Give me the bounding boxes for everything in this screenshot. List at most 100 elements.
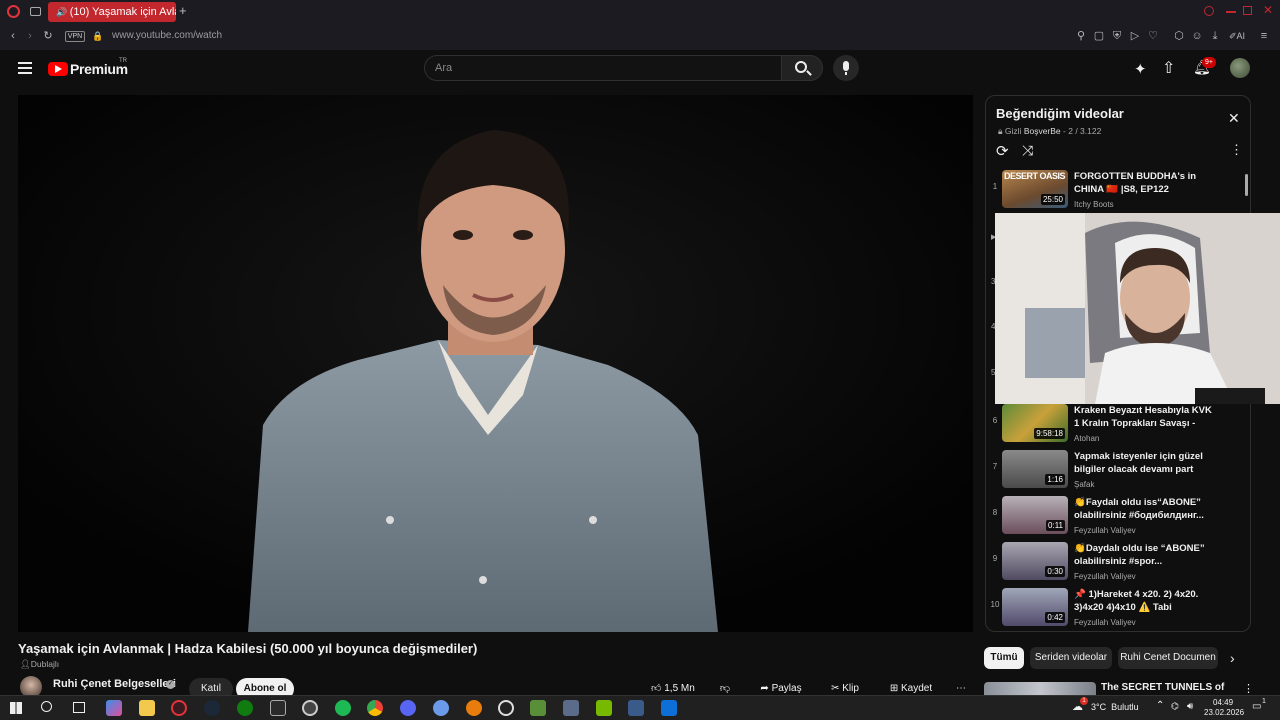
opera-icon[interactable] (171, 700, 187, 716)
forward-icon[interactable]: › (23, 29, 37, 43)
item-channel[interactable]: Şafak (1074, 480, 1094, 489)
next-video-thumbnail[interactable] (984, 682, 1096, 696)
playlist-owner[interactable]: BoşverBe (1024, 126, 1061, 136)
notification-center-icon[interactable]: ▭ (1252, 701, 1261, 712)
list-item[interactable]: 7 1:16 Yapmak isteyenler için güzel bilg… (986, 448, 1250, 494)
clock-time[interactable]: 04:49 (1213, 698, 1233, 707)
heart-icon[interactable]: ♡ (1146, 29, 1160, 43)
item-channel[interactable]: Feyzullah Valiyev (1074, 526, 1136, 535)
extensions-icon[interactable]: ⬡ (1172, 29, 1186, 43)
close-window-button[interactable]: ✕ (1263, 3, 1273, 17)
search-icon[interactable] (41, 701, 52, 712)
list-item[interactable]: 8 0:11 👏Faydalı oldu iss“ABONE” olabilir… (986, 494, 1250, 540)
tab-youtube[interactable]: 🔊 (10) Yaşamak için Avlan (48, 2, 176, 22)
minimize-button[interactable] (1226, 11, 1236, 13)
chrome-icon[interactable] (367, 700, 383, 716)
chip-channel[interactable]: Ruhi Cenet Documen (1118, 647, 1218, 669)
windows-start-icon[interactable] (10, 702, 22, 714)
maximize-button[interactable] (1243, 6, 1252, 15)
playlist-title[interactable]: Beğendiğim videolar (996, 106, 1124, 121)
chip-all[interactable]: Tümü (984, 647, 1024, 669)
item-title[interactable]: 👏Daydalı oldu ise “ABONE” olabilirsiniz … (1074, 542, 1214, 568)
loop-icon[interactable]: ⟳ (996, 142, 1009, 160)
list-item[interactable]: 10 0:42 📌 1)Hareket 4 x20. 2) 4x20. 3)4x… (986, 586, 1250, 631)
item-title[interactable]: Yapmak isteyenler için güzel bilgiler ol… (1074, 450, 1214, 476)
pin-icon[interactable]: ⚲ (1074, 29, 1088, 43)
profile-icon[interactable]: ☺ (1190, 29, 1204, 43)
steam-icon[interactable] (204, 700, 220, 716)
back-icon[interactable]: ‹ (6, 29, 20, 43)
avatar[interactable] (1230, 58, 1250, 78)
task-view-icon[interactable] (73, 702, 85, 713)
item-channel[interactable]: Itchy Boots (1074, 200, 1114, 209)
snapshot-icon[interactable]: ▢ (1092, 29, 1106, 43)
volume-icon[interactable]: 🔊︎ (1187, 701, 1193, 712)
video-thumbnail[interactable]: 1:16 (1002, 450, 1068, 488)
clock-date[interactable]: 23.02.2026 (1204, 708, 1244, 717)
search-tabs-icon[interactable] (1204, 6, 1214, 16)
search-input[interactable]: Ara (424, 55, 782, 81)
tray-chevron-icon[interactable]: ⌃ (1156, 700, 1164, 711)
close-icon[interactable]: ✕ (1228, 110, 1240, 127)
hamburger-menu-icon[interactable] (18, 62, 32, 74)
network-icon[interactable]: ⌬ (1171, 701, 1179, 712)
shuffle-icon[interactable]: ⤨ (1022, 142, 1033, 159)
video-player[interactable] (18, 95, 973, 632)
video-thumbnail[interactable]: 0:42 (1002, 588, 1068, 626)
video-thumbnail[interactable]: 0:11 (1002, 496, 1068, 534)
chevron-right-icon[interactable]: › (1230, 650, 1235, 666)
speaker-icon[interactable]: 🔊 (56, 7, 70, 17)
obs-icon[interactable] (302, 700, 318, 716)
channel-name[interactable]: Ruhi Çenet Belgeselleri (53, 678, 176, 690)
next-video-title[interactable]: The SECRET TUNNELS of (1101, 682, 1224, 693)
controller-icon[interactable] (628, 700, 644, 716)
chip-series[interactable]: Seriden videolar (1030, 647, 1112, 669)
item-title[interactable]: FORGOTTEN BUDDHA's in CHINA 🇨🇳 |S8, EP12… (1074, 170, 1214, 196)
lock-icon[interactable]: 🔒 (91, 29, 105, 43)
file-explorer-icon[interactable] (139, 700, 155, 716)
opera-logo-icon[interactable] (7, 5, 20, 18)
search-button[interactable] (781, 55, 823, 81)
shield-icon[interactable]: ⛨ (1110, 29, 1124, 43)
reload-icon[interactable]: ↻ (41, 29, 55, 43)
teamviewer-icon[interactable] (661, 700, 677, 716)
item-title[interactable]: Kraken Beyazıt Hesabıyla KVK 1 Kralın To… (1074, 404, 1214, 430)
menu-icon[interactable]: ≡ (1257, 29, 1271, 43)
app-icon[interactable] (433, 700, 449, 716)
voice-search-button[interactable] (833, 55, 859, 81)
tool-icon[interactable] (563, 700, 579, 716)
item-channel[interactable]: Feyzullah Valiyev (1074, 618, 1136, 627)
copilot-icon[interactable] (106, 700, 122, 716)
spotify-icon[interactable] (335, 700, 351, 716)
download-icon[interactable]: ⤓ (1208, 29, 1222, 43)
item-channel[interactable]: Atohan (1074, 434, 1099, 443)
ai-icon[interactable]: ✐AI (1226, 29, 1248, 43)
minecraft-icon[interactable] (530, 700, 546, 716)
new-tab-button[interactable]: + (179, 3, 187, 18)
item-channel[interactable]: Feyzullah Valiyev (1074, 572, 1136, 581)
more-options-icon[interactable]: ⋮ (1230, 142, 1243, 158)
list-item[interactable]: 1 DESERT OASIS 25:50 FORGOTTEN BUDDHA's … (986, 168, 1250, 214)
vpn-badge[interactable]: VPN (65, 31, 85, 42)
item-title[interactable]: 👏Faydalı oldu iss“ABONE” olabilirsiniz #… (1074, 496, 1214, 522)
chat-app-icon[interactable] (400, 700, 416, 716)
youtube-logo[interactable]: Premium TR (48, 58, 138, 79)
url-field[interactable]: www.youtube.com/watch (112, 30, 222, 41)
weather-text[interactable]: 3°C Bulutlu (1091, 702, 1139, 712)
epic-games-icon[interactable] (270, 700, 286, 716)
create-icon[interactable]: ✦ (1134, 60, 1147, 78)
xbox-icon[interactable] (237, 700, 253, 716)
next-video-menu-icon[interactable]: ⋮ (1243, 682, 1254, 695)
list-item[interactable]: 9 0:30 👏Daydalı oldu ise “ABONE” olabili… (986, 540, 1250, 586)
obs-studio-icon[interactable] (498, 700, 514, 716)
play-icon[interactable]: ▷ (1128, 29, 1142, 43)
upload-icon[interactable]: ⇧ (1162, 58, 1175, 78)
tab-overview-icon[interactable] (30, 7, 41, 16)
blender-icon[interactable] (466, 700, 482, 716)
video-thumbnail[interactable]: DESERT OASIS 25:50 (1002, 170, 1068, 208)
video-thumbnail[interactable]: 9:58:18 (1002, 404, 1068, 442)
video-thumbnail[interactable]: 0:30 (1002, 542, 1068, 580)
nvidia-icon[interactable] (596, 700, 612, 716)
list-item[interactable]: 6 9:58:18 Kraken Beyazıt Hesabıyla KVK 1… (986, 402, 1250, 448)
item-title[interactable]: 📌 1)Hareket 4 x20. 2) 4x20. 3)4x20 4)4x1… (1074, 588, 1214, 614)
